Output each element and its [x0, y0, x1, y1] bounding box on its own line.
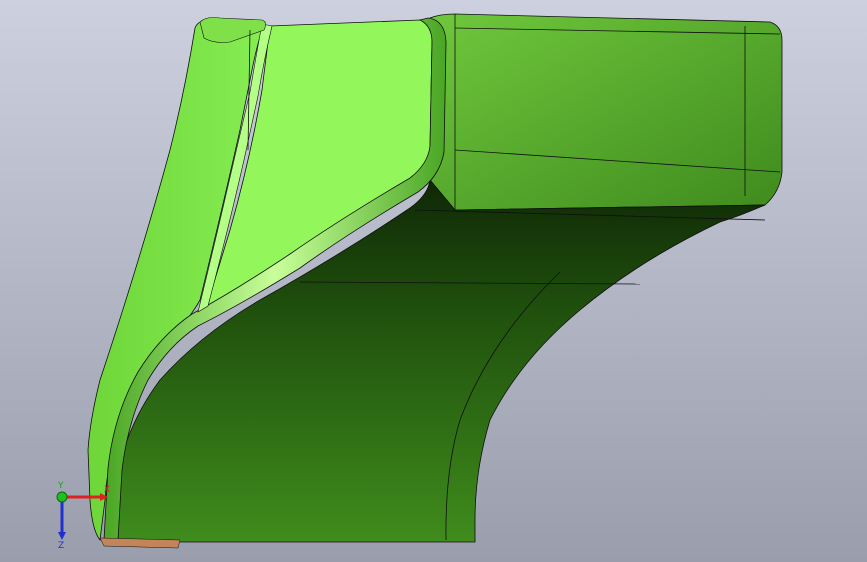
- cad-viewport[interactable]: X Y Z: [0, 0, 867, 562]
- model-view[interactable]: [0, 0, 867, 562]
- top-block-face: [429, 13, 783, 211]
- y-axis-label: Y: [57, 481, 64, 491]
- z-axis-label: Z: [58, 541, 64, 550]
- z-axis-arrowhead: [58, 532, 66, 540]
- y-axis-dot: [56, 491, 68, 503]
- x-axis-label: X: [104, 485, 110, 495]
- coordinate-triad: X Y Z: [56, 481, 110, 550]
